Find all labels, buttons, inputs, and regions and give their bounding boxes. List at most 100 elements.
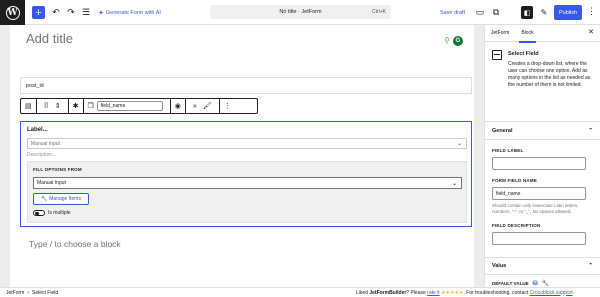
undo-icon: ↶ bbox=[52, 7, 60, 17]
more-vertical-icon: ⋮ bbox=[223, 103, 231, 110]
default-value-heading: DEFAULT VALUE bbox=[492, 281, 529, 286]
wordpress-logo-button[interactable]: W bbox=[0, 0, 25, 25]
generate-form-ai-label: Generate Form with AI bbox=[105, 9, 161, 16]
rate-it-link[interactable]: rate it bbox=[427, 290, 440, 296]
value-panel-toggle[interactable]: Value ⌃ bbox=[485, 257, 600, 275]
settings-toggle-button[interactable]: ◧ bbox=[521, 6, 533, 19]
field-description-heading: FIELD DESCRIPTION bbox=[492, 223, 541, 228]
asterisk-icon: ✱ bbox=[72, 103, 79, 110]
required-toggle[interactable]: ✱ bbox=[69, 99, 84, 113]
drag-handle-icon[interactable]: ⠿ bbox=[41, 102, 52, 110]
redo-button[interactable]: ↷ bbox=[65, 6, 77, 19]
support-prefix: . For troubleshooting, contact bbox=[463, 289, 530, 296]
field-label-input[interactable] bbox=[492, 157, 586, 170]
select-field-icon bbox=[492, 50, 502, 60]
is-multiple-toggle[interactable] bbox=[33, 210, 45, 216]
manage-items-label: Manage Items bbox=[49, 196, 81, 202]
generate-form-ai-link[interactable]: ✦ Generate Form with AI bbox=[98, 6, 161, 19]
redo-icon: ↷ bbox=[67, 7, 75, 17]
block-card: Select Field Creates a drop-down list, w… bbox=[485, 42, 600, 122]
options-menu-button[interactable]: ⋮ bbox=[587, 6, 596, 17]
field-label-heading: FIELD LABEL bbox=[492, 148, 524, 153]
document-overview-button[interactable]: ☰ bbox=[80, 6, 92, 19]
close-icon[interactable]: ✕ bbox=[588, 28, 594, 36]
select-field-block[interactable]: Label... Manual Input ⌄ Description... F… bbox=[20, 121, 472, 227]
is-multiple-label: Is multiple bbox=[48, 210, 71, 216]
hidden-field-block[interactable]: post_id bbox=[20, 77, 472, 94]
block-appender[interactable]: Type / to choose a block bbox=[29, 239, 121, 249]
preview-button[interactable]: ▭ bbox=[474, 6, 486, 19]
chevron-updown-icon[interactable]: ⇕ bbox=[52, 102, 64, 110]
wordpress-icon: W bbox=[5, 5, 20, 20]
block-options-button[interactable]: ⋮ bbox=[220, 99, 235, 113]
eye-icon: ◉ bbox=[174, 103, 181, 110]
breadcrumb-item-select-field[interactable]: Select Field bbox=[32, 290, 58, 296]
grammarly-icon[interactable]: G bbox=[452, 36, 463, 46]
chevron-up-icon: ⌃ bbox=[588, 263, 593, 269]
settings-sidebar: JetForm Block ✕ Select Field Creates a d… bbox=[484, 25, 600, 287]
block-mover[interactable]: ⠿ ⇕ bbox=[37, 99, 69, 113]
visibility-button[interactable]: ◉ bbox=[171, 99, 186, 113]
block-type-switcher[interactable]: ▤ bbox=[21, 99, 37, 113]
default-value-row: DEFAULT VALUE ⛁ 🔧 bbox=[492, 280, 593, 287]
brush-icon[interactable]: 🖌 bbox=[200, 102, 215, 110]
save-draft-button[interactable]: Save draft bbox=[440, 6, 465, 19]
general-panel-title: General bbox=[492, 127, 513, 134]
publish-button[interactable]: Publish bbox=[554, 5, 582, 20]
liked-brand: JetFormBuilder bbox=[369, 289, 407, 296]
add-block-button[interactable]: + bbox=[32, 6, 45, 19]
location-pin-icon[interactable]: ⚲ bbox=[444, 36, 450, 46]
post-title-input[interactable]: Add title bbox=[26, 31, 73, 46]
liked-mid: ? Please bbox=[406, 289, 428, 296]
tab-jetform[interactable]: JetForm bbox=[485, 25, 515, 42]
view-post-button[interactable]: ⧉ bbox=[490, 6, 502, 19]
conditional-tools: » 🖌 bbox=[186, 99, 220, 113]
chevrons-right-icon[interactable]: » bbox=[190, 103, 200, 110]
sidebar-icon: ◧ bbox=[523, 9, 531, 17]
chevron-down-icon: ⌄ bbox=[456, 141, 462, 147]
block-toolbar: ▤ ⠿ ⇕ ✱ ❐ field_name ◉ » 🖌 ⋮ bbox=[20, 98, 258, 114]
footer-notice: Liked JetFormBuilder? Please rate it ★★★… bbox=[356, 290, 574, 296]
editor-canvas: Add title ⚲ G post_id ▤ ⠿ ⇕ ✱ ❐ field_na… bbox=[0, 25, 484, 287]
chevron-up-icon: ⌃ bbox=[588, 127, 593, 134]
breadcrumb: JetForm › Select Field bbox=[6, 290, 58, 296]
footer-bar: JetForm › Select Field Liked JetFormBuil… bbox=[0, 287, 600, 297]
field-label-text[interactable]: Label... bbox=[27, 127, 48, 133]
field-description-text[interactable]: Description... bbox=[27, 152, 56, 158]
manage-items-button[interactable]: 🔧 Manage Items bbox=[33, 193, 89, 205]
plus-icon: + bbox=[35, 6, 42, 19]
title-icons: ⚲ G bbox=[444, 36, 463, 46]
breadcrumb-item-jetform[interactable]: JetForm bbox=[6, 290, 24, 296]
chevron-right-icon: › bbox=[27, 289, 30, 296]
brush-icon: ✎ bbox=[540, 8, 548, 17]
desktop-icon: ▭ bbox=[475, 7, 485, 17]
select-preview-value: Manual Input bbox=[31, 140, 60, 147]
value-panel-body: DEFAULT VALUE ⛁ 🔧 bbox=[485, 280, 600, 287]
select-field-icon: ▤ bbox=[25, 103, 32, 110]
fill-options-panel: FILL OPTIONS FROM Manual Input ⌄ 🔧 Manag… bbox=[27, 161, 467, 223]
rating-stars[interactable]: ★★★★★ bbox=[441, 290, 463, 296]
crocoblock-support-link[interactable]: Crocoblock support bbox=[530, 290, 573, 296]
copy-icon[interactable]: ❐ bbox=[88, 102, 94, 110]
general-panel-toggle[interactable]: General ⌃ bbox=[485, 122, 600, 140]
form-field-name-heading: FORM FIELD NAME bbox=[492, 178, 537, 183]
more-vertical-icon: ⋮ bbox=[587, 6, 596, 16]
fill-options-select[interactable]: Manual Input ⌄ bbox=[33, 177, 462, 189]
value-panel-title: Value bbox=[492, 263, 507, 269]
styles-button[interactable]: ✎ bbox=[538, 6, 550, 19]
database-icon[interactable]: ⛁ bbox=[533, 280, 538, 287]
command-shortcut: Ctrl+K bbox=[371, 9, 386, 15]
field-name-input[interactable]: field_name bbox=[96, 101, 163, 111]
fill-options-value: Manual Input bbox=[37, 180, 66, 186]
select-preview[interactable]: Manual Input ⌄ bbox=[27, 138, 467, 149]
undo-button[interactable]: ↶ bbox=[50, 6, 62, 19]
form-field-name-input[interactable]: field_name bbox=[492, 187, 586, 200]
tab-block[interactable]: Block bbox=[515, 25, 539, 43]
field-description-input[interactable] bbox=[492, 232, 586, 245]
document-title-bar[interactable]: No title · JetForm Ctrl+K bbox=[210, 5, 391, 19]
liked-prefix: Liked bbox=[356, 289, 370, 296]
wrench-icon[interactable]: 🔧 bbox=[542, 280, 549, 287]
top-toolbar: W + ↶ ↷ ☰ ✦ Generate Form with AI No tit… bbox=[0, 0, 600, 25]
hidden-field-text: post_id bbox=[26, 82, 44, 89]
document-title: No title · JetForm bbox=[279, 9, 322, 15]
